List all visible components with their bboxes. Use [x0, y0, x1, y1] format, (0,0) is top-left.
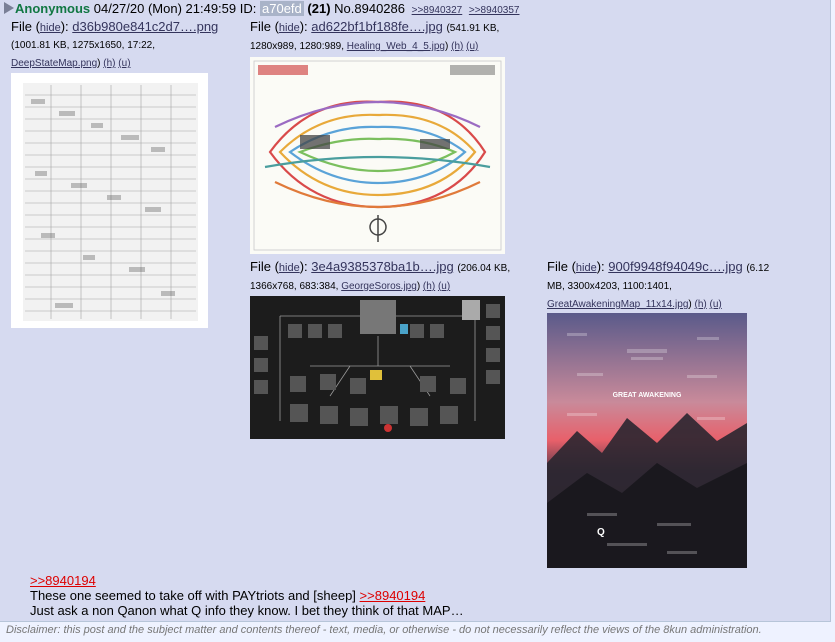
- file-3-meta-2: 1366x768, 683:384,: [250, 281, 339, 292]
- file-3-info: File (hide): 3e4a9385378ba1b….jpg (206.0…: [250, 259, 511, 292]
- file-2-info: File (hide): ad622bf1bf188fe….jpg (541.9…: [250, 19, 500, 52]
- file-4-meta-2: MB, 3300x4203, 1100:1401,: [547, 281, 672, 292]
- file-1-link[interactable]: d36b980e841c2d7….png: [72, 19, 218, 34]
- post-body: >>8940194 These one seemed to take off w…: [30, 573, 464, 618]
- file-4-u-link[interactable]: (u): [710, 299, 722, 310]
- file-4-info: File (hide): 900f9948f94049c….jpg (6.12 …: [547, 259, 770, 310]
- quote-link-2[interactable]: >>8940194: [360, 588, 426, 603]
- file-4-original-name[interactable]: GreatAwakeningMap_11x14.jpg: [547, 299, 688, 310]
- body-line-3: Just ask a non Qanon what Q info they kn…: [30, 603, 464, 618]
- file-4-meta-1: (6.12: [746, 263, 770, 274]
- file-1-h-link[interactable]: (h): [103, 58, 115, 69]
- file-3-h-link[interactable]: (h): [423, 281, 435, 292]
- file-3-original-name[interactable]: GeorgeSoros.jpg: [341, 281, 417, 292]
- file-2: File (hide): ad622bf1bf188fe….jpg (541.9…: [250, 19, 520, 55]
- file-label: File: [250, 259, 271, 274]
- disclaimer: Disclaimer: this post and the subject ma…: [6, 624, 762, 636]
- file-3-thumbnail[interactable]: [250, 296, 505, 439]
- healing-web-map-image: [250, 57, 505, 254]
- quote-link-1[interactable]: >>8940194: [30, 573, 96, 588]
- file-1-meta: (1001.81 KB, 1275x1650, 17:22,: [11, 40, 156, 51]
- id-label: ID:: [239, 1, 257, 16]
- file-label: File: [547, 259, 568, 274]
- file-label: File: [250, 19, 271, 34]
- hide-link[interactable]: hide: [279, 22, 300, 34]
- file-4-link[interactable]: 900f9948f94049c….jpg: [608, 259, 742, 274]
- file-3-link[interactable]: 3e4a9385378ba1b….jpg: [311, 259, 453, 274]
- hide-link[interactable]: hide: [40, 22, 61, 34]
- post-date: 04/27/20 (Mon) 21:49:59: [93, 1, 237, 16]
- file-3: File (hide): 3e4a9385378ba1b….jpg (206.0…: [250, 259, 520, 295]
- poster-id[interactable]: a70efd: [260, 1, 304, 16]
- file-2-link[interactable]: ad622bf1bf188fe….jpg: [311, 19, 443, 34]
- q-symbol-text: Q: [597, 527, 605, 538]
- post-number[interactable]: No.8940286: [334, 1, 405, 16]
- file-2-original-name[interactable]: Healing_Web_4_5.jpg: [347, 41, 445, 52]
- file-4-thumbnail[interactable]: GREAT AWAKENING Q: [547, 313, 747, 568]
- file-2-h-link[interactable]: (h): [451, 41, 463, 52]
- file-4-h-link[interactable]: (h): [695, 299, 707, 310]
- great-awakening-map-image: GREAT AWAKENING Q: [547, 313, 747, 568]
- body-line-2: These one seemed to take off with PAYtri…: [30, 588, 356, 603]
- file-2-meta-1: (541.91 KB,: [446, 23, 500, 34]
- post-intro: Anonymous 04/27/20 (Mon) 21:49:59 ID: a7…: [4, 1, 520, 17]
- backlink-1[interactable]: >>8940327: [412, 5, 463, 16]
- file-3-meta-1: (206.04 KB,: [457, 263, 511, 274]
- file-2-thumbnail[interactable]: [250, 57, 505, 254]
- file-3-u-link[interactable]: (u): [438, 281, 450, 292]
- id-post-count: (21): [307, 1, 331, 16]
- backlink-2[interactable]: >>8940357: [469, 5, 520, 16]
- file-1: File (hide): d36b980e841c2d7….png (1001.…: [11, 19, 281, 72]
- post-container: Anonymous 04/27/20 (Mon) 21:49:59 ID: a7…: [0, 0, 831, 622]
- file-2-meta-2: 1280x989, 1280:989,: [250, 41, 344, 52]
- soros-network-chart-image: [250, 296, 505, 439]
- file-1-info: File (hide): d36b980e841c2d7….png (1001.…: [11, 19, 219, 69]
- file-1-thumbnail[interactable]: [11, 73, 208, 328]
- file-2-u-link[interactable]: (u): [466, 41, 478, 52]
- hide-link[interactable]: hide: [279, 262, 300, 274]
- poster-name: Anonymous: [15, 1, 91, 16]
- file-1-u-link[interactable]: (u): [118, 58, 130, 69]
- file-1-original-name[interactable]: DeepStateMap.png: [11, 58, 97, 69]
- file-label: File: [11, 19, 32, 34]
- great-awakening-title-text: GREAT AWAKENING: [613, 392, 682, 399]
- post-menu-arrow-icon[interactable]: [4, 2, 14, 14]
- hide-link[interactable]: hide: [576, 262, 597, 274]
- file-4: File (hide): 900f9948f94049c….jpg (6.12 …: [547, 259, 787, 313]
- deep-state-map-image: [11, 73, 208, 328]
